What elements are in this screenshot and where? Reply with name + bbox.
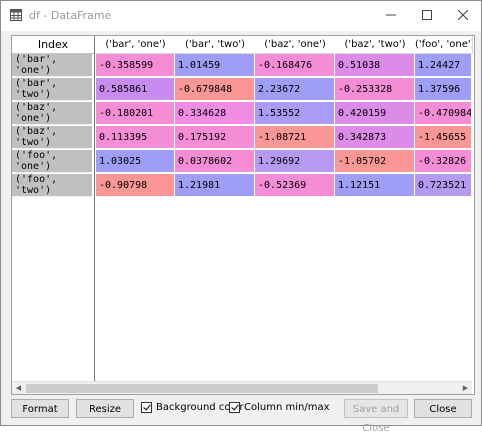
- data-cell[interactable]: 0.342873: [335, 126, 415, 149]
- data-cell[interactable]: 1.01459: [175, 54, 255, 77]
- index-label-line: 'two'): [15, 185, 52, 196]
- index-cell[interactable]: ('baz','two'): [12, 126, 92, 149]
- index-cell[interactable]: ('baz','one'): [12, 102, 92, 125]
- data-cell[interactable]: 1.21981: [175, 174, 255, 197]
- scroll-right-icon[interactable]: ▶: [459, 382, 472, 394]
- data-cell[interactable]: 0.0378602: [175, 150, 255, 173]
- index-label-line: ('bar',: [15, 54, 58, 65]
- resize-button[interactable]: Resize: [76, 399, 134, 418]
- save-and-close-button[interactable]: Save and Close: [344, 399, 408, 434]
- index-pane: Index ('bar','one') ('bar','two') ('baz', '…: [12, 36, 95, 381]
- format-button[interactable]: Format: [11, 399, 69, 418]
- data-cell[interactable]: -1.08721: [255, 126, 335, 149]
- data-cell[interactable]: 0.723521: [415, 174, 472, 197]
- index-label-line: ('bar',: [15, 78, 58, 89]
- data-cell[interactable]: -0.168476: [255, 54, 335, 77]
- data-cell[interactable]: -1.45655: [415, 126, 472, 149]
- data-cell[interactable]: 0.51038: [335, 54, 415, 77]
- column-header[interactable]: ('baz', 'one'): [255, 36, 336, 54]
- data-cell[interactable]: -0.32826: [415, 150, 472, 173]
- maximize-button[interactable]: [409, 1, 445, 29]
- close-icon: [458, 10, 468, 20]
- index-label-line: ('foo',: [15, 174, 58, 185]
- index-label-line: 'one'): [15, 161, 52, 172]
- close-window-button[interactable]: [445, 1, 481, 29]
- data-cell[interactable]: 1.03025: [96, 150, 175, 173]
- checkbox-checked-icon[interactable]: [141, 402, 152, 413]
- index-label-line: ('baz',: [15, 102, 58, 113]
- minimize-button[interactable]: [373, 1, 409, 29]
- data-cell[interactable]: -1.05702: [335, 150, 415, 173]
- index-cell[interactable]: ('foo','one'): [12, 150, 92, 173]
- data-grid: ('bar', 'one') ('bar', 'two') ('baz', 'one…: [96, 36, 473, 381]
- checkbox-checked-icon[interactable]: [229, 402, 240, 413]
- data-cell[interactable]: 1.53552: [255, 102, 335, 125]
- index-cell[interactable]: ('bar','two'): [12, 78, 92, 101]
- data-cell[interactable]: -0.470984: [415, 102, 472, 125]
- scrollbar-thumb[interactable]: [26, 384, 378, 393]
- close-button[interactable]: Close: [414, 399, 472, 418]
- index-cell[interactable]: ('foo','two'): [12, 174, 92, 197]
- column-header[interactable]: ('baz', 'two'): [335, 36, 416, 54]
- column-header[interactable]: ('bar', 'one'): [96, 36, 176, 54]
- data-cell[interactable]: -0.52369: [255, 174, 335, 197]
- data-cell[interactable]: -0.679848: [175, 78, 255, 101]
- maximize-icon: [422, 10, 432, 20]
- data-cell[interactable]: 1.24427: [415, 54, 472, 77]
- index-label-line: 'two'): [15, 89, 52, 100]
- column-minmax-checkbox[interactable]: Column min/max: [229, 402, 330, 413]
- data-cell[interactable]: 0.175192: [175, 126, 255, 149]
- data-cell[interactable]: 0.113395: [96, 126, 175, 149]
- data-cell[interactable]: 0.585861: [96, 78, 175, 101]
- column-header[interactable]: ('foo', 'one'): [415, 36, 473, 54]
- table-icon: [10, 9, 22, 21]
- data-cell[interactable]: 1.29692: [255, 150, 335, 173]
- dataframe-editor-window: df - DataFrame Index ('bar','one') ('bar'…: [0, 0, 482, 434]
- data-cell[interactable]: -0.180201: [96, 102, 175, 125]
- minimize-icon: [386, 14, 396, 16]
- column-header[interactable]: ('bar', 'two'): [175, 36, 256, 54]
- index-label-line: 'one'): [15, 65, 52, 76]
- data-cell[interactable]: -0.253328: [335, 78, 415, 101]
- data-cell[interactable]: 0.334628: [175, 102, 255, 125]
- index-cell[interactable]: ('bar','one'): [12, 54, 92, 77]
- index-label-line: 'two'): [15, 137, 52, 148]
- data-cell[interactable]: -0.90798: [96, 174, 175, 197]
- index-label-line: ('baz',: [15, 126, 58, 137]
- index-header[interactable]: Index: [12, 36, 94, 54]
- dataframe-view: Index ('bar','one') ('bar','two') ('baz', '…: [11, 35, 475, 395]
- column-minmax-label: Column min/max: [244, 402, 330, 413]
- window-title: df - DataFrame: [29, 9, 112, 22]
- scroll-left-icon[interactable]: ◀: [12, 382, 25, 394]
- horizontal-scrollbar[interactable]: ◀ ▶: [12, 381, 472, 394]
- data-cell[interactable]: 1.37596: [415, 78, 472, 101]
- data-cell[interactable]: 2.23672: [255, 78, 335, 101]
- data-cell[interactable]: 1.12151: [335, 174, 415, 197]
- data-cell[interactable]: 0.420159: [335, 102, 415, 125]
- data-cell[interactable]: -0.358599: [96, 54, 175, 77]
- index-label-line: ('foo',: [15, 150, 58, 161]
- title-bar: df - DataFrame: [1, 1, 481, 31]
- index-label-line: 'one'): [15, 113, 52, 124]
